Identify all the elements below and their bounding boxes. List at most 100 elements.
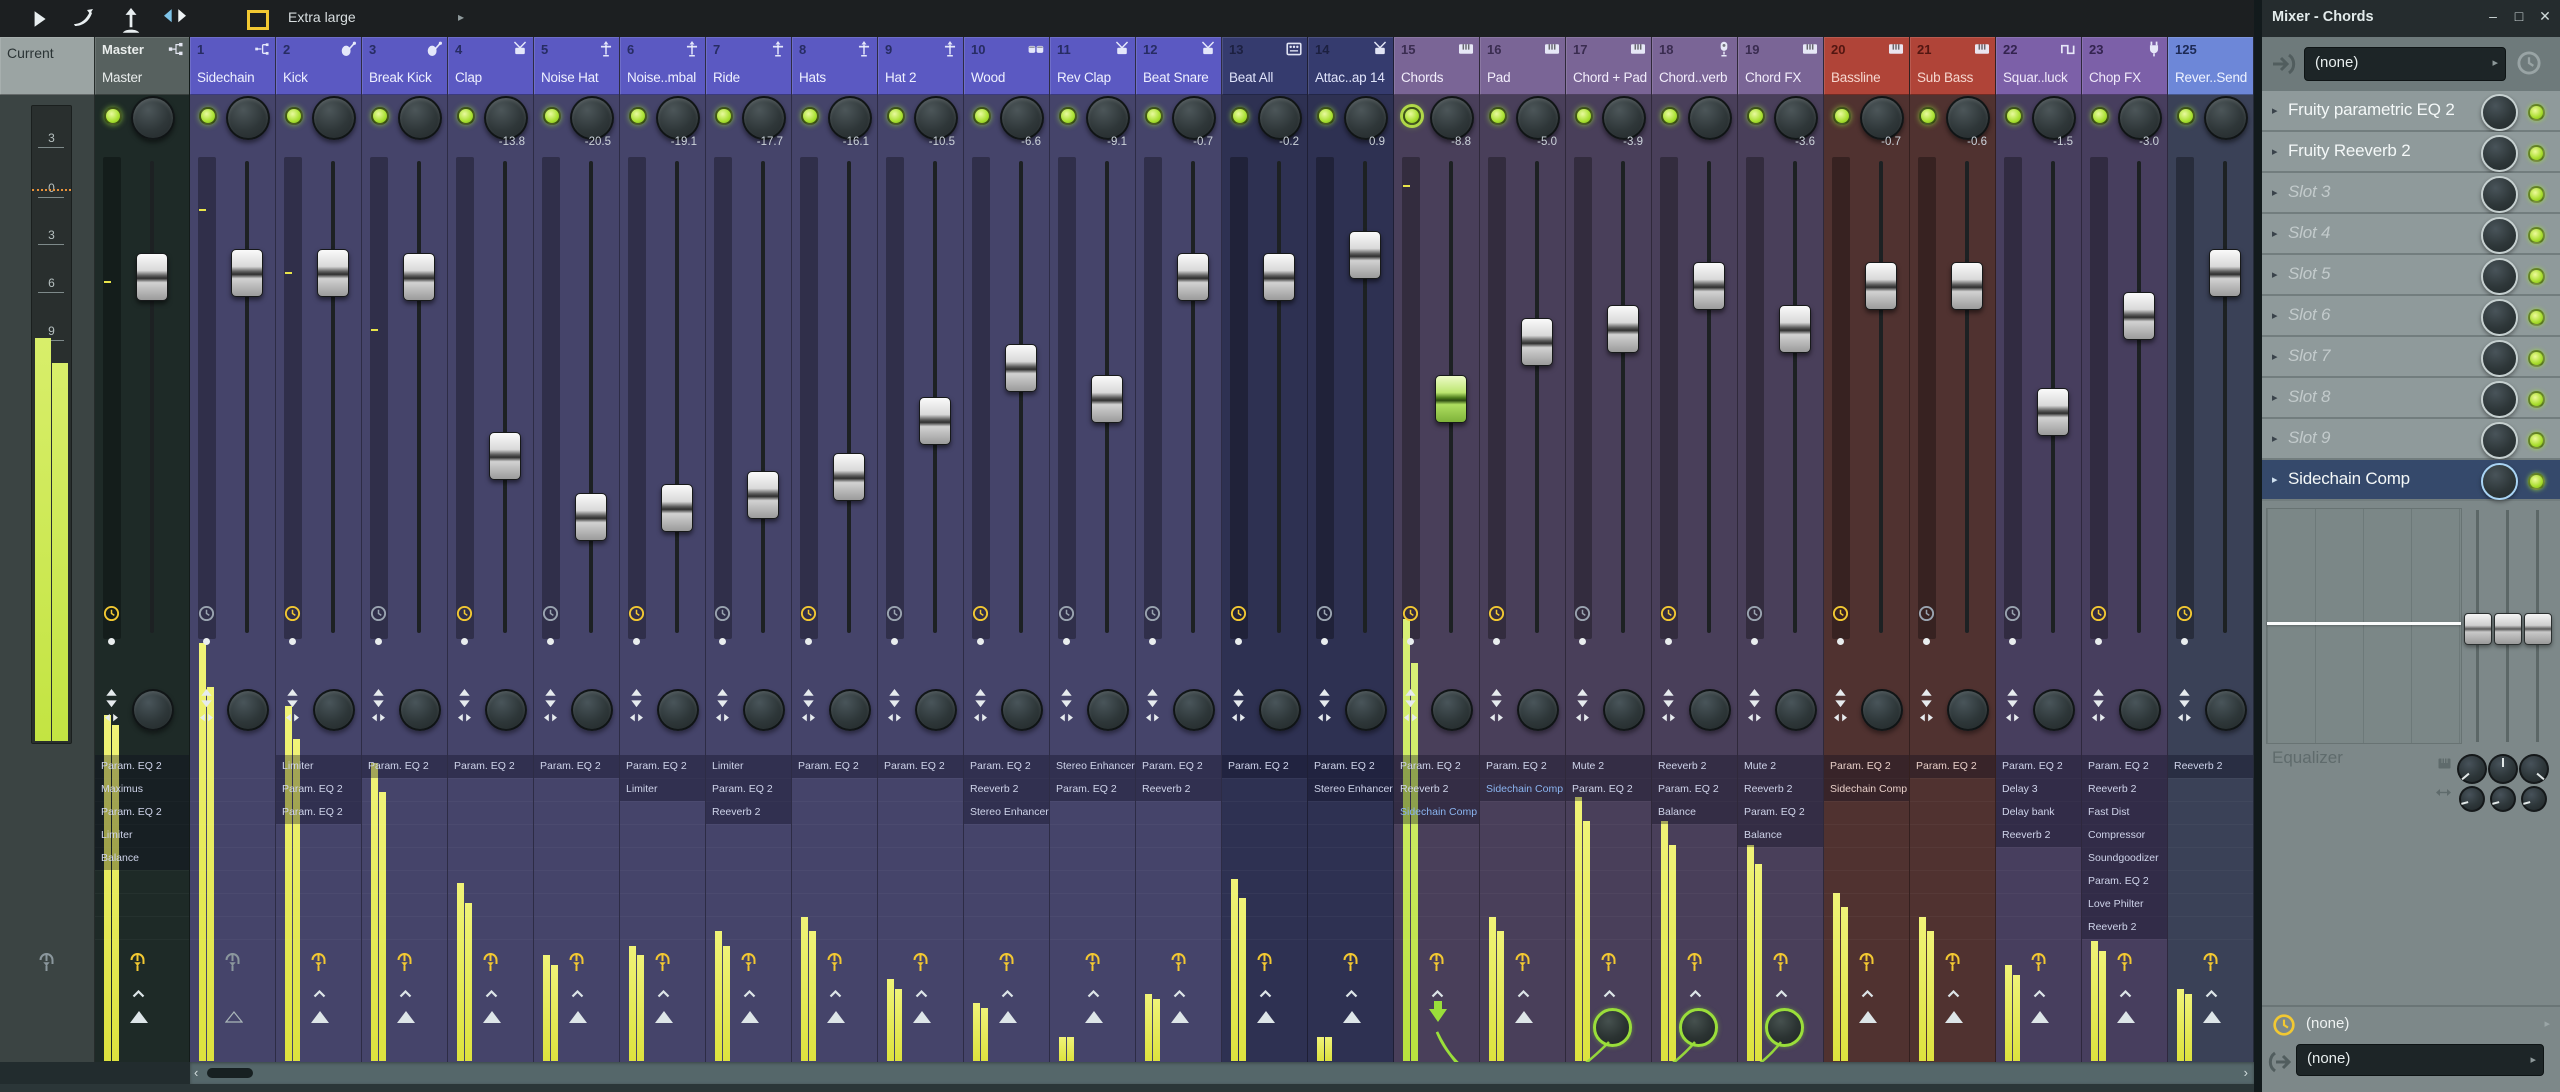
plugin-slot-row[interactable] (1738, 916, 1823, 940)
plugin-slot-row[interactable] (1910, 916, 1995, 940)
stereo-separation-icon[interactable] (888, 713, 901, 726)
plugin-slot-row[interactable] (190, 870, 275, 894)
route-up-arrow-icon[interactable] (397, 1011, 415, 1023)
send-to-master-icon[interactable] (1944, 949, 1961, 972)
plugin-slot-row[interactable] (534, 893, 619, 917)
track-header[interactable]: 125 Rever..Send (2168, 37, 2253, 95)
plugin-slot-row[interactable] (95, 916, 189, 940)
track-delay-clock-icon[interactable] (456, 605, 473, 622)
swap-channels-icon[interactable] (200, 689, 213, 708)
solo-dot[interactable] (1407, 638, 1414, 645)
route-up-arrow-icon[interactable] (1515, 1011, 1533, 1023)
slot-enable-led[interactable] (2528, 473, 2545, 490)
track-header[interactable]: Master Master (95, 37, 189, 95)
swap-channels-icon[interactable] (1576, 689, 1589, 708)
plugin-slot-row[interactable] (362, 847, 447, 871)
plugin-slot-row[interactable] (1050, 847, 1135, 871)
plugin-chip[interactable]: Compressor (2082, 824, 2167, 847)
plugin-slot-row[interactable]: Mute 2 (1738, 755, 1823, 779)
solo-dot[interactable] (1837, 638, 1844, 645)
slot-enable-led[interactable] (2528, 268, 2545, 285)
plugin-chip[interactable]: Param. EQ 2 (1566, 778, 1651, 801)
send-to-master-icon[interactable] (2030, 949, 2047, 972)
plugin-slot-row[interactable] (1050, 893, 1135, 917)
plugin-slot-row[interactable] (1394, 893, 1479, 917)
pan-knob[interactable] (1001, 689, 1043, 731)
mute-led[interactable] (2177, 107, 2195, 125)
plugin-slot-row[interactable]: Reeverb 2 (1136, 778, 1221, 802)
route-up-chevron-icon[interactable] (1259, 990, 1272, 998)
track-fx-knob[interactable] (2032, 96, 2076, 140)
stereo-separation-icon[interactable] (1060, 713, 1073, 726)
plugin-slot-row[interactable] (190, 755, 275, 779)
plugin-slot-row[interactable]: Param. EQ 2 (1308, 755, 1393, 779)
plugin-slot-row[interactable]: Param. EQ 2 (276, 778, 361, 802)
plugin-chip[interactable]: Balance (95, 847, 189, 870)
plugin-chip[interactable]: Love Philter (2082, 893, 2167, 916)
plugin-slot-row[interactable] (1308, 893, 1393, 917)
plugin-slot-row[interactable]: Delay bank (1996, 801, 2081, 825)
stereo-separation-icon[interactable] (458, 713, 471, 726)
effect-slot-2[interactable]: ▸ Fruity Reeverb 2 (2262, 132, 2560, 173)
solo-dot[interactable] (977, 638, 984, 645)
track-delay-clock-icon[interactable] (1918, 605, 1935, 622)
send-to-master-icon[interactable] (1170, 949, 1187, 972)
sidechain-level-knob[interactable] (1593, 1008, 1632, 1047)
plugin-slot-row[interactable]: Param. EQ 2 (964, 755, 1049, 779)
plugin-slot-row[interactable]: Param. EQ 2 (276, 801, 361, 825)
plugin-slot-row[interactable] (448, 824, 533, 848)
send-to-master-icon[interactable] (826, 949, 843, 972)
track-header[interactable]: 6 Noise..mbal (620, 37, 705, 95)
route-up-arrow-icon[interactable] (483, 1011, 501, 1023)
plugin-slot-row[interactable] (1136, 870, 1221, 894)
plugin-chip[interactable]: Reeverb 2 (706, 801, 791, 824)
plugin-slot-row[interactable] (1652, 870, 1737, 894)
mute-led[interactable] (371, 107, 389, 125)
slot-enable-led[interactable] (2528, 227, 2545, 244)
track-delay-clock-icon[interactable] (1316, 605, 1333, 622)
fader-track[interactable] (150, 161, 154, 633)
plugin-slot-row[interactable] (1652, 824, 1737, 848)
mixer-size-label[interactable]: Extra large (288, 9, 356, 25)
track-fx-knob[interactable] (131, 96, 175, 140)
plugin-slot-row[interactable]: Reeverb 2 (2168, 755, 2253, 779)
swap-channels-icon[interactable] (2006, 689, 2019, 708)
track-header[interactable]: 15 Chords (1394, 37, 1479, 95)
plugin-chip[interactable]: Stereo Enhancer (1308, 778, 1393, 801)
slot-mix-knob[interactable] (2481, 176, 2518, 213)
track-delay-clock-icon[interactable] (800, 605, 817, 622)
track-delay-clock-icon[interactable] (1402, 605, 1419, 622)
mute-led[interactable] (2091, 107, 2109, 125)
plugin-slot-row[interactable]: Param. EQ 2 (620, 755, 705, 779)
slot-expand-icon[interactable]: ▸ (2272, 350, 2278, 363)
plugin-slot-row[interactable]: Limiter (620, 778, 705, 802)
close-button[interactable]: ✕ (2534, 8, 2556, 25)
plugin-slot-row[interactable] (1910, 801, 1995, 825)
send-to-master-icon[interactable] (1600, 949, 1617, 972)
route-up-chevron-icon[interactable] (2119, 990, 2132, 998)
solo-dot[interactable] (1493, 638, 1500, 645)
send-to-master-icon[interactable] (1428, 949, 1445, 972)
plugin-slot-row[interactable] (1652, 893, 1737, 917)
stereo-separation-icon[interactable] (1318, 713, 1331, 726)
effect-slot-5[interactable]: ▸ Slot 5 (2262, 255, 2560, 296)
plugin-slot-row[interactable] (2168, 870, 2253, 894)
swap-channels-icon[interactable] (2092, 689, 2105, 708)
track-header[interactable]: 12 Beat Snare (1136, 37, 1221, 95)
pan-knob[interactable] (657, 689, 699, 731)
plugin-slot-row[interactable]: Maximus (95, 778, 189, 802)
volume-fader[interactable] (1435, 375, 1467, 423)
swap-channels-icon[interactable] (1834, 689, 1847, 708)
solo-dot[interactable] (461, 638, 468, 645)
pan-knob[interactable] (1603, 689, 1645, 731)
plugin-slot-row[interactable] (362, 893, 447, 917)
plugin-slot-row[interactable] (1394, 824, 1479, 848)
plugin-slot-row[interactable] (1566, 801, 1651, 825)
plugin-chip[interactable]: Stereo Enhancer (1050, 755, 1135, 778)
route-up-chevron-icon[interactable] (1517, 990, 1530, 998)
route-up-arrow-icon[interactable] (311, 1011, 329, 1023)
plugin-slot-row[interactable] (2168, 778, 2253, 802)
plugin-slot-row[interactable] (620, 870, 705, 894)
plugin-slot-row[interactable] (362, 778, 447, 802)
plugin-slot-row[interactable] (1222, 893, 1307, 917)
